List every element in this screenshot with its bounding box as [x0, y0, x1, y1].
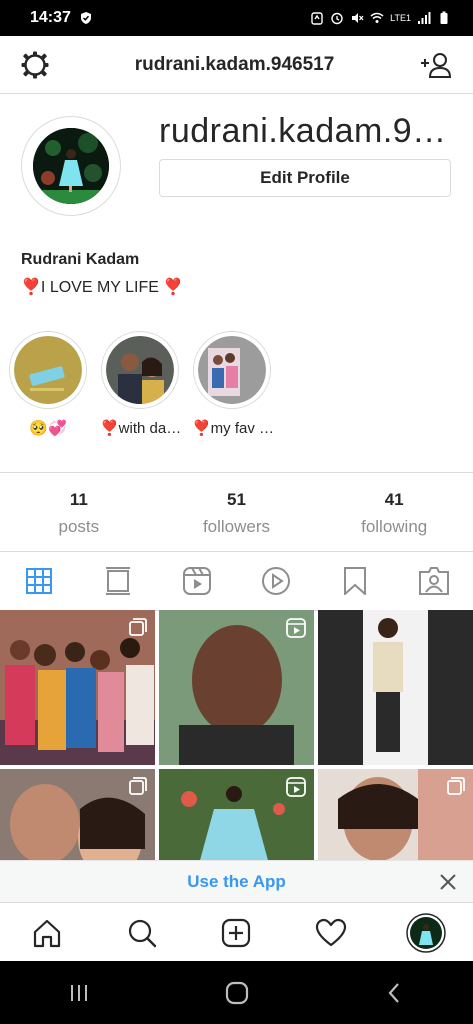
back-icon[interactable]	[383, 981, 407, 1005]
story-highlight[interactable]: ❣️with da…	[100, 331, 182, 437]
stat-label: following	[361, 517, 428, 536]
tagged-icon	[418, 566, 449, 595]
highlight-label: ❣️my fav …	[192, 420, 275, 437]
add-user-icon[interactable]	[419, 50, 453, 80]
saved-icon	[343, 566, 366, 595]
post-thumbnail[interactable]	[159, 769, 314, 860]
following-count[interactable]: 41 following	[315, 472, 473, 551]
posts-count[interactable]: 11 posts	[0, 472, 158, 551]
mute-icon	[352, 13, 364, 23]
status-time: 14:37	[30, 9, 71, 26]
grid-icon	[26, 567, 53, 594]
highlight-thumbnail	[14, 336, 82, 404]
highlight-label: 🥺💞	[29, 420, 67, 437]
battery-icon	[440, 11, 448, 24]
igtv-icon	[261, 566, 290, 595]
wifi-icon	[370, 12, 384, 23]
notification-icon	[311, 12, 323, 25]
signal-icon	[418, 12, 431, 24]
nav-search[interactable]	[122, 913, 162, 953]
reel-badge-icon	[286, 777, 306, 797]
nav-profile[interactable]	[405, 912, 446, 953]
carousel-icon	[447, 777, 465, 795]
carousel-icon	[129, 618, 147, 636]
tab-igtv[interactable]	[236, 551, 315, 610]
story-highlight[interactable]: 🥺💞	[8, 331, 88, 437]
alarm-icon	[331, 12, 343, 25]
carousel-icon	[129, 777, 147, 795]
stat-value: 41	[384, 490, 404, 509]
highlight-ring	[101, 331, 179, 409]
home-icon	[34, 919, 61, 947]
stat-value: 11	[69, 490, 88, 509]
highlight-thumbnail	[198, 336, 266, 404]
reels-icon	[183, 566, 212, 595]
profile-username: rudrani.kadam.9…	[159, 112, 447, 150]
tab-tagged[interactable]	[394, 551, 473, 610]
stat-label: followers	[202, 517, 271, 536]
use-app-banner: Use the App	[0, 860, 473, 903]
top-bar: rudrani.kadam.946517	[0, 36, 473, 94]
followers-count[interactable]: 51 followers	[158, 472, 316, 551]
stat-label: posts	[58, 517, 100, 536]
nav-home[interactable]	[27, 913, 67, 953]
nav-activity[interactable]	[311, 913, 351, 953]
new-post-icon	[222, 918, 251, 947]
profile-bio: ❣️I LOVE MY LIFE ❣️	[21, 279, 184, 296]
system-nav-bar	[0, 961, 473, 1024]
network-label: LTE1	[390, 13, 411, 23]
posts-grid	[0, 610, 473, 860]
post-thumbnail[interactable]	[318, 769, 473, 860]
tab-saved[interactable]	[315, 551, 394, 610]
edit-profile-button[interactable]: Edit Profile	[159, 159, 451, 197]
home-button-icon[interactable]	[224, 980, 250, 1006]
profile-stats: 11 posts 51 followers 41 following	[0, 472, 473, 552]
shield-icon	[80, 12, 91, 24]
close-icon[interactable]	[439, 873, 457, 891]
story-highlight[interactable]: ❣️my fav …	[192, 331, 275, 437]
tab-reels[interactable]	[158, 551, 237, 610]
recent-apps-icon[interactable]	[67, 981, 91, 1005]
tab-grid[interactable]	[0, 551, 79, 610]
bottom-nav	[0, 902, 473, 962]
post-image	[318, 610, 473, 765]
activity-icon	[315, 918, 347, 946]
search-icon	[128, 919, 157, 947]
highlight-label: ❣️with da…	[100, 420, 182, 437]
header-username: rudrani.kadam.946517	[134, 53, 335, 75]
profile-avatar[interactable]	[33, 116, 123, 216]
reel-badge-icon	[286, 618, 306, 638]
use-app-link[interactable]: Use the App	[0, 872, 473, 892]
tab-feed[interactable]	[79, 551, 158, 610]
profile-avatar	[405, 912, 446, 953]
status-bar: 14:37 LTE1	[0, 0, 473, 36]
highlight-ring	[9, 331, 87, 409]
profile-full-name: Rudrani Kadam	[21, 251, 140, 268]
feed-icon	[106, 566, 131, 595]
stat-value: 51	[227, 490, 246, 509]
nav-new-post[interactable]	[216, 913, 256, 953]
post-thumbnail[interactable]	[0, 769, 155, 860]
avatar-image	[33, 128, 109, 204]
highlight-thumbnail	[106, 336, 174, 404]
profile-tabs	[0, 551, 473, 611]
post-thumbnail[interactable]	[0, 610, 155, 765]
post-thumbnail[interactable]	[159, 610, 314, 765]
post-thumbnail[interactable]	[318, 610, 473, 765]
highlight-ring	[193, 331, 271, 409]
settings-icon[interactable]	[20, 50, 50, 80]
